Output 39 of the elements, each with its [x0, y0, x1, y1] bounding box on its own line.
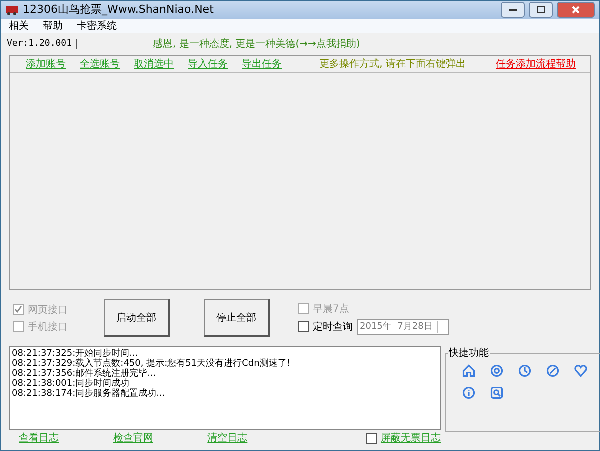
- donate-link[interactable]: 感恩, 是一种态度, 更是一种美德(→→点我捐助): [153, 36, 360, 51]
- checkbox[interactable]: 定时查询: [298, 320, 353, 334]
- info-icon[interactable]: [462, 386, 476, 400]
- quick-title: 快捷功能: [448, 346, 490, 360]
- menu-item[interactable]: 卡密系统: [77, 18, 117, 33]
- clock-icon[interactable]: [518, 364, 532, 378]
- train-icon: [5, 4, 19, 16]
- heart-icon[interactable]: [574, 364, 588, 378]
- menu-item[interactable]: 帮助: [43, 18, 63, 33]
- search-icon[interactable]: [490, 386, 504, 400]
- close-icon: [572, 6, 580, 14]
- checkbox[interactable]: 屏蔽无票日志: [366, 431, 441, 446]
- log-line: 08:21:37:325:开始同步时间...: [12, 349, 140, 360]
- task-link[interactable]: 取消选中: [134, 56, 174, 71]
- log-line: 08:21:37:356:邮件系统注册完毕...: [12, 369, 158, 380]
- menu-item[interactable]: 相关: [9, 18, 29, 33]
- log-link[interactable]: 查看日志: [19, 431, 114, 446]
- log-line: 08:21:38:001:同步时间成功: [12, 379, 130, 390]
- action-button[interactable]: 启动全部: [104, 299, 170, 338]
- home-icon[interactable]: [462, 364, 476, 378]
- close-button[interactable]: [557, 2, 595, 18]
- log-line: 08:21:38:174:同步服务器配置成功...: [12, 389, 166, 400]
- task-link[interactable]: 全选账号: [80, 56, 120, 71]
- action-button[interactable]: 停止全部: [204, 299, 270, 338]
- task-link[interactable]: 添加账号: [26, 56, 66, 71]
- check-icon: [14, 305, 23, 314]
- task-link[interactable]: 导入任务: [188, 56, 228, 71]
- hint-label: 更多操作方式, 请在下面右键弹出: [320, 58, 466, 71]
- window-title: 12306山鸟抢票_Www.ShanNiao.Net: [23, 2, 215, 18]
- log-link[interactable]: 清空日志: [208, 431, 302, 446]
- version-label: Ver:1.20.001: [7, 38, 78, 49]
- log-link[interactable]: 检查官网: [113, 431, 208, 446]
- maximize-icon: [537, 6, 545, 14]
- log-line: 08:21:37:329:载入节点数:450, 提示:您有51天没有进行Cdn测速了!: [12, 359, 292, 370]
- date-field[interactable]: 2015年 7月28日: [357, 318, 449, 335]
- minimize-button[interactable]: [501, 2, 525, 18]
- task-link[interactable]: 导出任务: [242, 56, 282, 71]
- maximize-button[interactable]: [529, 2, 553, 18]
- task-link[interactable]: 任务添加流程帮助: [496, 56, 590, 71]
